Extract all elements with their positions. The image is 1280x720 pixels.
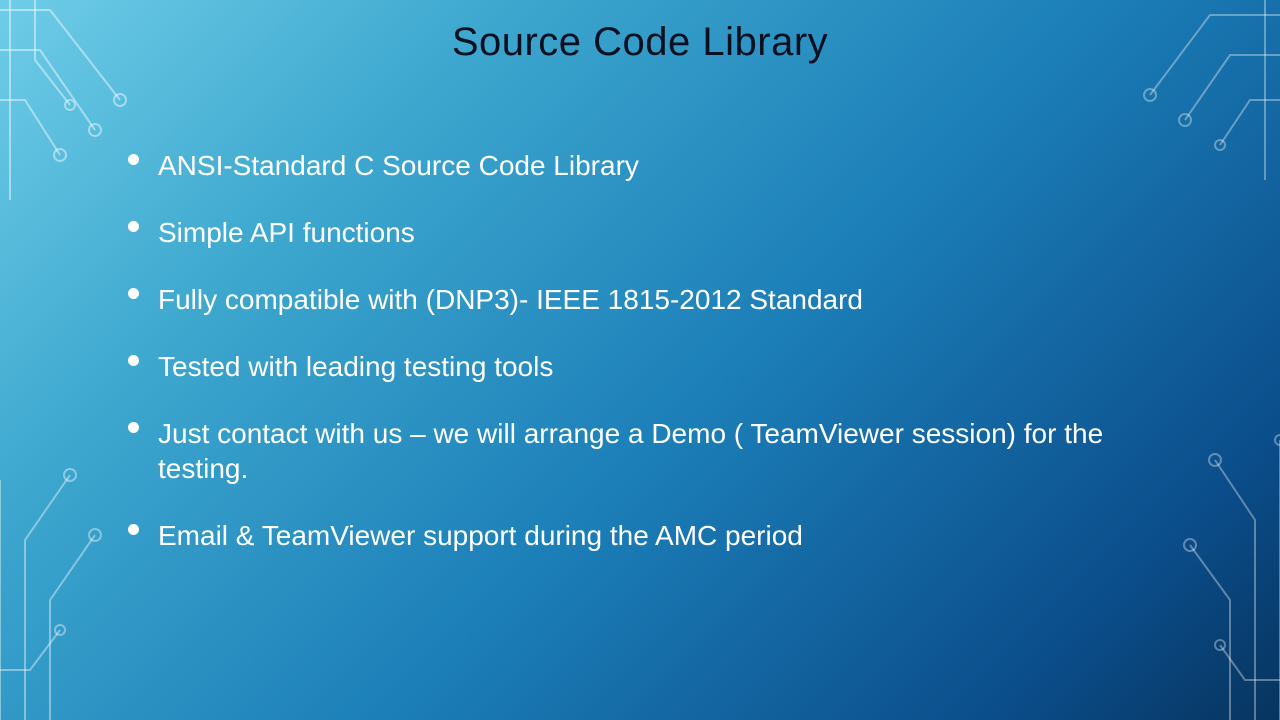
list-item: ANSI-Standard C Source Code Library	[128, 148, 1190, 183]
bullet-icon	[128, 355, 139, 366]
list-item: Just contact with us – we will arrange a…	[128, 416, 1190, 486]
list-item: Fully compatible with (DNP3)- IEEE 1815-…	[128, 282, 1190, 317]
bullet-icon	[128, 288, 139, 299]
list-item-text: ANSI-Standard C Source Code Library	[158, 148, 1190, 183]
bullet-icon	[128, 221, 139, 232]
list-item: Email & TeamViewer support during the AM…	[128, 518, 1190, 553]
bullet-icon	[128, 422, 139, 433]
bullet-icon	[128, 524, 139, 535]
slide: Source Code Library ANSI-Standard C Sour…	[0, 0, 1280, 720]
list-item-text: Just contact with us – we will arrange a…	[158, 416, 1190, 486]
list-item: Simple API functions	[128, 215, 1190, 250]
bullet-icon	[128, 154, 139, 165]
slide-title: Source Code Library	[0, 20, 1280, 65]
list-item-text: Email & TeamViewer support during the AM…	[158, 518, 1190, 553]
list-item: Tested with leading testing tools	[128, 349, 1190, 384]
bullet-list: ANSI-Standard C Source Code Library Simp…	[128, 148, 1190, 585]
list-item-text: Tested with leading testing tools	[158, 349, 1190, 384]
list-item-text: Simple API functions	[158, 215, 1190, 250]
list-item-text: Fully compatible with (DNP3)- IEEE 1815-…	[158, 282, 1190, 317]
